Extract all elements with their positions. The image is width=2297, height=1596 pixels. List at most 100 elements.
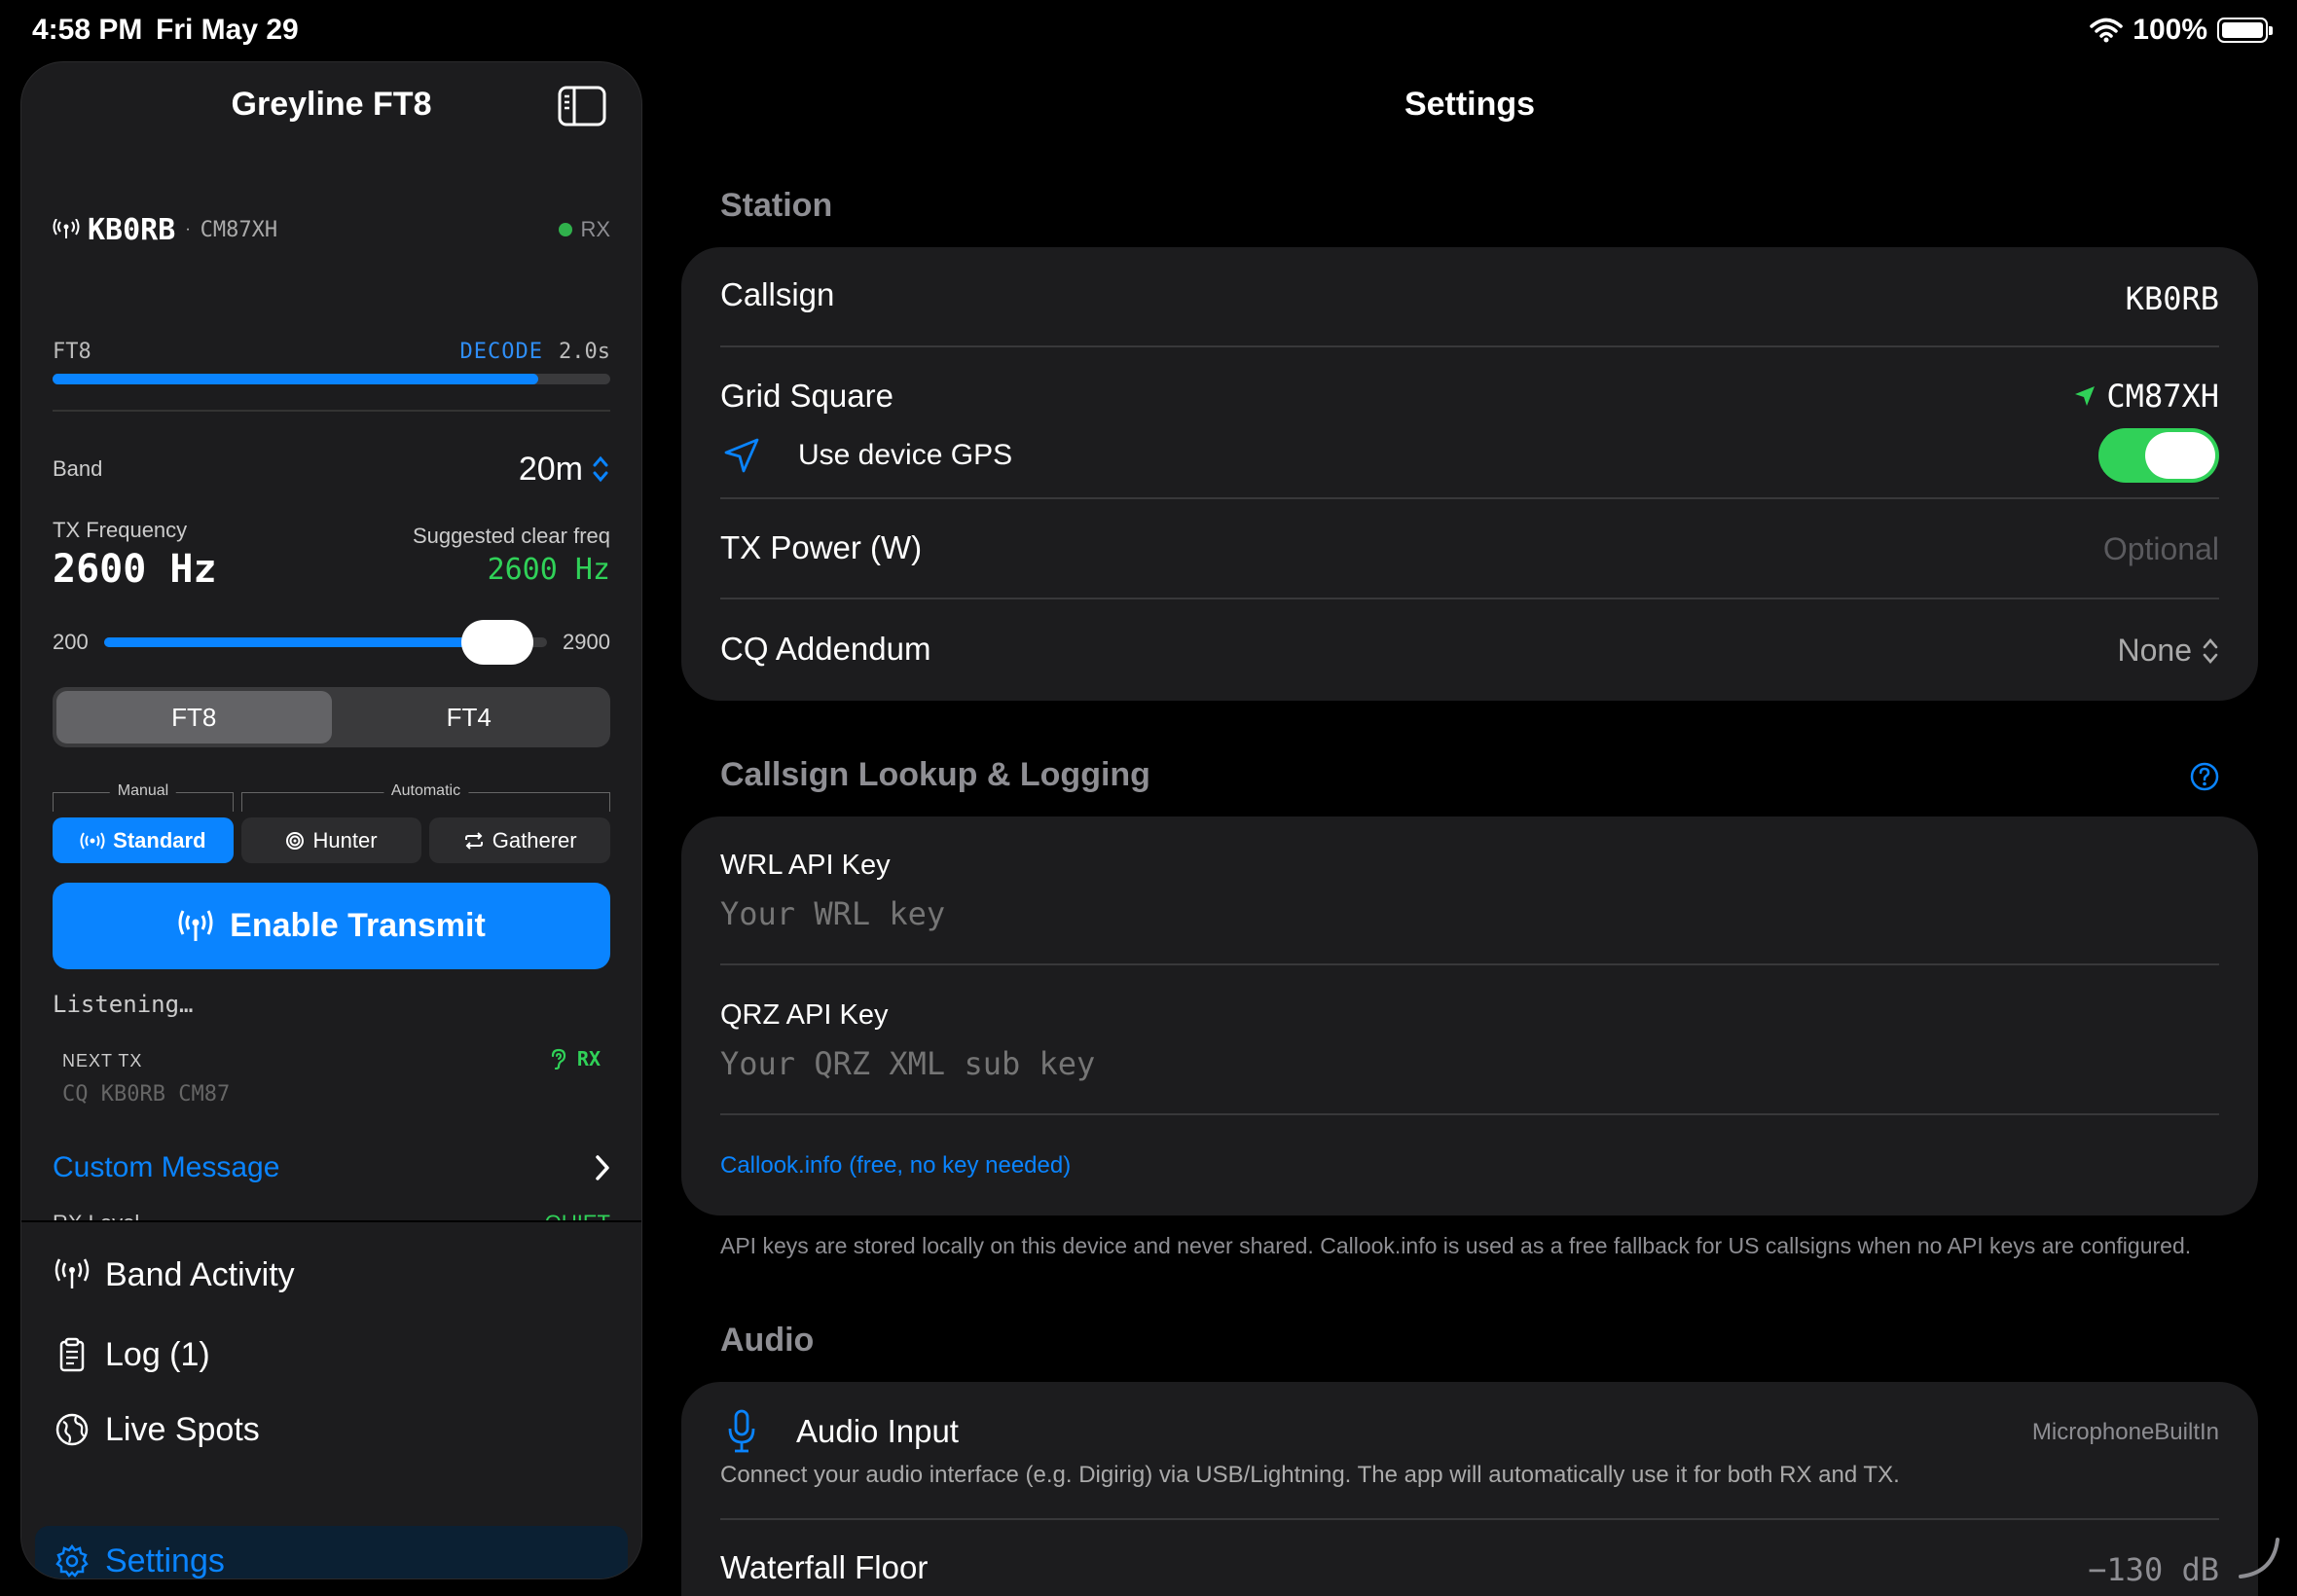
grid-square-value[interactable]: CM87XH	[2106, 378, 2219, 415]
chevron-updown-icon	[2203, 637, 2218, 664]
qrz-key-row[interactable]: QRZ API Key	[720, 999, 2219, 1082]
tx-power-row[interactable]: TX Power (W) Optional	[720, 529, 2219, 578]
strategy-group-labels: Manual Automatic	[53, 782, 610, 812]
callsign-row[interactable]: Callsign KB0RB	[720, 276, 2219, 325]
help-icon[interactable]	[2190, 762, 2219, 791]
antenna-icon	[55, 1258, 90, 1288]
tx-frequency-value: 2600 Hz	[53, 547, 217, 592]
band-picker[interactable]: Band 20m	[53, 450, 610, 489]
callsign-value[interactable]: KB0RB	[2126, 280, 2219, 317]
section-header-station: Station	[720, 187, 833, 224]
broadcast-icon	[80, 831, 105, 850]
band-label: Band	[53, 456, 103, 481]
wifi-icon	[2090, 18, 2124, 43]
slider-fill	[103, 637, 498, 647]
resize-handle-icon	[2239, 1538, 2279, 1578]
waterfall-floor-row[interactable]: Waterfall Floor −130 dB	[720, 1549, 2219, 1596]
cq-addendum-label: CQ Addendum	[720, 631, 931, 667]
sidebar-item-live-spots[interactable]: Live Spots	[35, 1395, 628, 1465]
audio-input-value[interactable]: MicrophoneBuiltIn	[2032, 1419, 2219, 1446]
sidebar-item-label: Band Activity	[105, 1255, 295, 1293]
broadcast-icon	[178, 909, 213, 941]
sidebar-item-label: Live Spots	[105, 1410, 260, 1448]
battery-icon	[2217, 18, 2273, 43]
rx-status-badge: RX	[559, 217, 610, 242]
decode-label: DECODE	[459, 340, 544, 364]
tx-power-input[interactable]: Optional	[2103, 531, 2219, 567]
battery-percent: 100%	[2133, 14, 2207, 46]
strategy-standard-button[interactable]: Standard	[53, 817, 234, 863]
gps-toggle[interactable]	[2098, 428, 2219, 483]
section-header-audio: Audio	[720, 1322, 815, 1359]
gps-row: Use device GPS	[720, 426, 2219, 485]
listening-status: Listening…	[53, 991, 194, 1018]
enable-transmit-button[interactable]: Enable Transmit	[53, 883, 610, 969]
audio-input-row[interactable]: Audio Input MicrophoneBuiltIn	[720, 1407, 2219, 1456]
row-divider	[720, 598, 2219, 599]
tx-frequency-label: TX Frequency	[53, 518, 188, 542]
decode-progress-fill	[53, 374, 538, 384]
cq-addendum-row[interactable]: CQ Addendum None	[720, 631, 2219, 679]
segment-ft4[interactable]: FT4	[332, 691, 607, 744]
strategy-gatherer-button[interactable]: Gatherer	[429, 817, 611, 863]
rx-status-text: RX	[580, 217, 610, 241]
wrl-key-label: WRL API Key	[720, 850, 891, 881]
suggested-freq-value[interactable]: 2600 Hz	[488, 553, 610, 587]
sidebar-toggle-icon[interactable]	[558, 86, 606, 127]
row-divider	[720, 497, 2219, 499]
band-value[interactable]: 20m	[519, 451, 583, 489]
sidebar-item-log[interactable]: Log (1)	[35, 1320, 628, 1390]
waterfall-floor-value[interactable]: −130 dB	[2088, 1551, 2219, 1588]
nav-divider	[21, 1220, 641, 1222]
wrl-key-row[interactable]: WRL API Key	[720, 850, 2219, 932]
gps-label: Use device GPS	[798, 439, 1013, 471]
page-title: Settings	[1404, 86, 1536, 123]
slider-thumb[interactable]	[461, 620, 534, 665]
callook-link[interactable]: Callook.info (free, no key needed)	[720, 1152, 2219, 1179]
qrz-key-input[interactable]	[720, 1045, 2219, 1082]
next-tx-label: NEXT TX	[62, 1051, 143, 1070]
mode-segmented-control[interactable]: FT8 FT4	[53, 687, 610, 747]
status-right: 100%	[2090, 14, 2273, 47]
group-automatic: Automatic	[241, 782, 610, 812]
chevron-updown-icon[interactable]	[591, 453, 610, 485]
sidebar: Greyline FT8 KB0RB · CM87XH RX FT8 DECOD…	[20, 61, 642, 1579]
wrl-key-input[interactable]	[720, 895, 2219, 932]
grid-square-row[interactable]: Grid Square CM87XH	[720, 378, 2219, 426]
custom-message-link[interactable]: Custom Message	[53, 1146, 610, 1189]
divider	[53, 410, 610, 412]
strategy-standard-label: Standard	[113, 827, 206, 852]
chevron-right-icon	[596, 1155, 609, 1180]
next-tx-status-text: RX	[576, 1047, 601, 1070]
clipboard-icon	[59, 1337, 85, 1372]
target-icon	[286, 831, 305, 850]
gear-icon	[55, 1543, 89, 1578]
strategy-picker: Standard Hunter Gatherer	[53, 817, 611, 863]
status-bar: 4:58 PM Fri May 29 100%	[0, 0, 2297, 58]
station-grid: CM87XH	[200, 217, 278, 242]
sidebar-item-label: Settings	[105, 1542, 225, 1579]
strategy-hunter-button[interactable]: Hunter	[240, 817, 422, 863]
frequency-slider[interactable]: 200 2900	[53, 620, 610, 665]
toggle-knob	[2145, 432, 2215, 479]
status-dot-icon	[559, 223, 573, 236]
station-callsign: KB0RB	[88, 212, 176, 247]
globe-icon	[55, 1413, 89, 1446]
station-separator: ·	[185, 221, 191, 237]
decode-time: 2.0s	[559, 340, 610, 364]
group-automatic-label: Automatic	[383, 782, 469, 800]
decode-progress-bar	[53, 374, 610, 384]
lookup-footnote: API keys are stored locally on this devi…	[720, 1233, 2192, 1258]
row-divider	[720, 345, 2219, 347]
cq-addendum-picker[interactable]: None	[2118, 633, 2220, 669]
sidebar-item-band-activity[interactable]: Band Activity	[35, 1240, 628, 1310]
sidebar-item-settings[interactable]: Settings	[35, 1526, 628, 1579]
slider-track[interactable]	[103, 620, 548, 665]
custom-message-label: Custom Message	[53, 1151, 280, 1183]
audio-input-description: Connect your audio interface (e.g. Digir…	[720, 1462, 1900, 1488]
sidebar-item-label: Log (1)	[105, 1335, 210, 1373]
decode-line: FT8 DECODE 2.0s	[53, 340, 610, 364]
next-tx-message: CQ KB0RB CM87	[62, 1082, 231, 1106]
tx-power-label: TX Power (W)	[720, 529, 923, 565]
segment-ft8[interactable]: FT8	[56, 691, 332, 744]
